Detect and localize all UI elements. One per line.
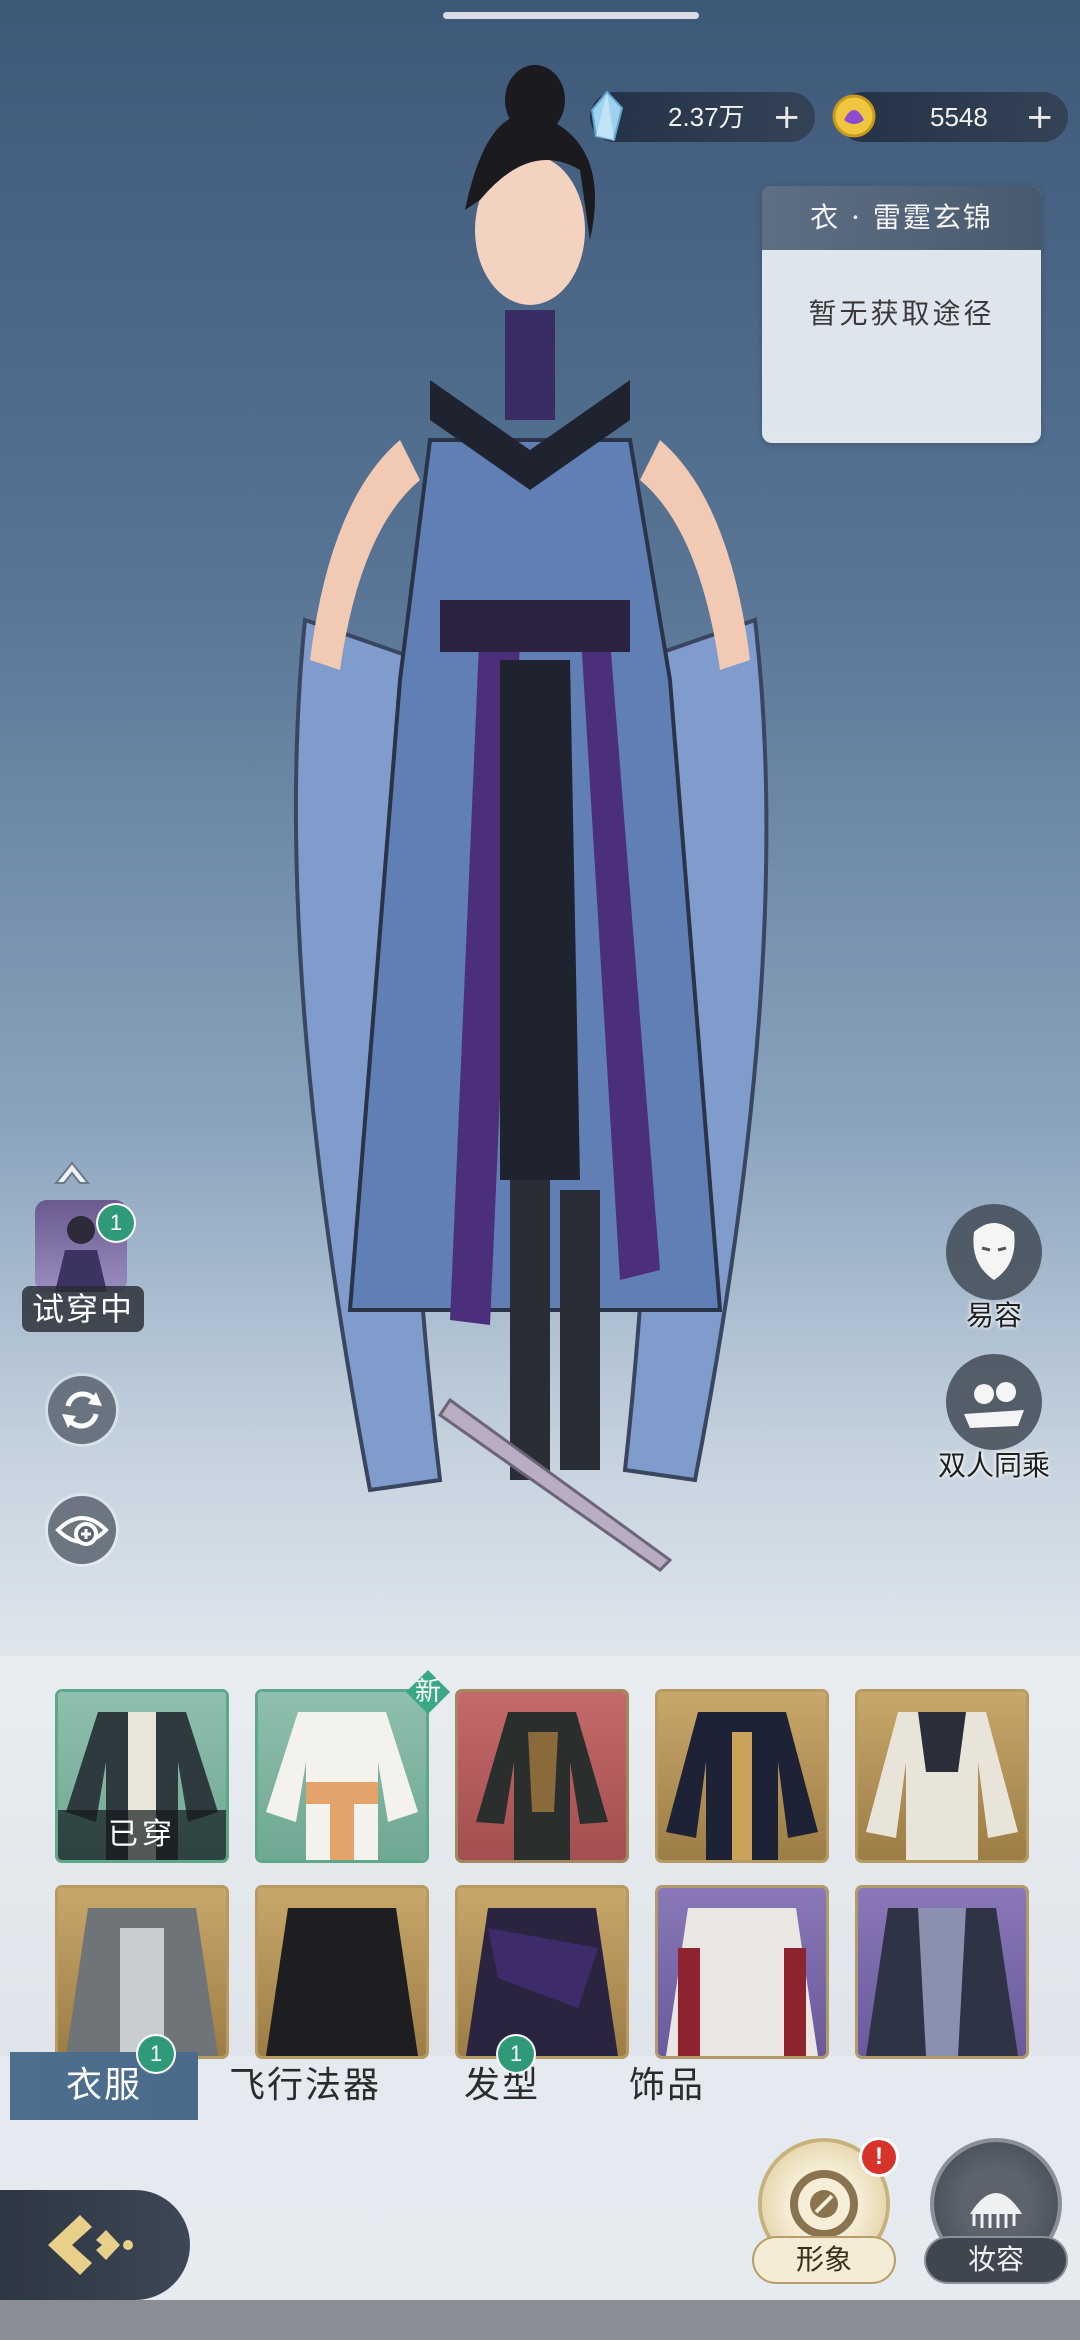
outfit-thumbnail <box>866 1712 1018 1860</box>
face-mask-icon <box>973 1223 1015 1280</box>
currency-gold-value: 5548 <box>930 102 988 132</box>
try-on-count-badge: 1 <box>98 1205 134 1241</box>
add-gold-button[interactable]: + <box>1026 92 1055 142</box>
outfit-item[interactable] <box>258 1692 426 1860</box>
top-handle <box>443 12 699 19</box>
zoom-view-button[interactable] <box>48 1496 116 1564</box>
disguise-label: 易容 <box>965 1299 1022 1332</box>
makeup-label: 妆容 <box>926 2238 1066 2282</box>
double-ride-button[interactable] <box>946 1354 1042 1450</box>
outfit-thumbnail <box>666 1908 818 2056</box>
outfit-thumbnail <box>66 1908 218 2056</box>
expand-arrow-icon[interactable] <box>52 1155 92 1195</box>
outfit-item[interactable] <box>858 1692 1026 1860</box>
appearance-alert-badge: ! <box>862 2140 896 2174</box>
system-nav-bar <box>0 2300 1080 2340</box>
rotate-button[interactable] <box>48 1376 116 1444</box>
new-tag-label: 新 <box>414 1677 441 1707</box>
outfit-thumbnail <box>266 1908 418 2056</box>
currency-gold[interactable]: 5548 + <box>832 92 1068 142</box>
outfit-thumbnail <box>866 1908 1018 2056</box>
gold-ingot-icon <box>832 94 876 138</box>
outfit-item[interactable] <box>658 1888 826 2056</box>
back-button[interactable] <box>0 2190 190 2300</box>
outfit-thumbnail <box>266 1712 418 1860</box>
wardrobe-panel: 已穿 新 <box>0 1656 1080 2056</box>
outfit-item[interactable] <box>858 1888 1026 2056</box>
tab-flying-artifact[interactable]: 飞行法器 <box>198 2052 412 2120</box>
outfit-item[interactable] <box>458 1888 626 2056</box>
outfit-thumbnail <box>666 1712 818 1860</box>
rotate-icon <box>62 1391 102 1429</box>
double-ride-label: 双人同乘 <box>937 1449 1050 1482</box>
outfit-item[interactable] <box>458 1692 626 1860</box>
outfit-item[interactable] <box>58 1888 226 2056</box>
zoom-eye-icon <box>55 1516 109 1546</box>
try-on-label: 试穿中 <box>22 1286 144 1332</box>
worn-label: 已穿 <box>58 1810 226 1860</box>
outfit-item[interactable] <box>258 1888 426 2056</box>
tab-hairstyle-badge: 1 <box>498 2036 534 2072</box>
back-arrow-icon <box>48 2215 133 2275</box>
tab-accessories[interactable]: 饰品 <box>592 2052 742 2120</box>
character-model[interactable] <box>250 60 810 1580</box>
appearance-label: 形象 <box>754 2238 894 2282</box>
tab-accessories-label: 饰品 <box>628 2065 705 2106</box>
outfit-item[interactable]: 已穿 <box>58 1692 226 1860</box>
disguise-button[interactable] <box>946 1204 1042 1300</box>
tab-clothes-label: 衣服 <box>65 2065 142 2106</box>
outfit-item[interactable] <box>658 1692 826 1860</box>
outfit-thumbnail <box>466 1908 618 2056</box>
outfit-thumbnail <box>476 1712 608 1860</box>
tab-flying-artifact-label: 飞行法器 <box>228 2065 381 2106</box>
category-tabs: 衣服 1 飞行法器 发型 1 饰品 <box>10 2036 1080 2120</box>
two-riders-icon <box>964 1382 1024 1428</box>
tab-hairstyle-label: 发型 <box>463 2065 540 2106</box>
tab-clothes-badge: 1 <box>138 2036 174 2072</box>
